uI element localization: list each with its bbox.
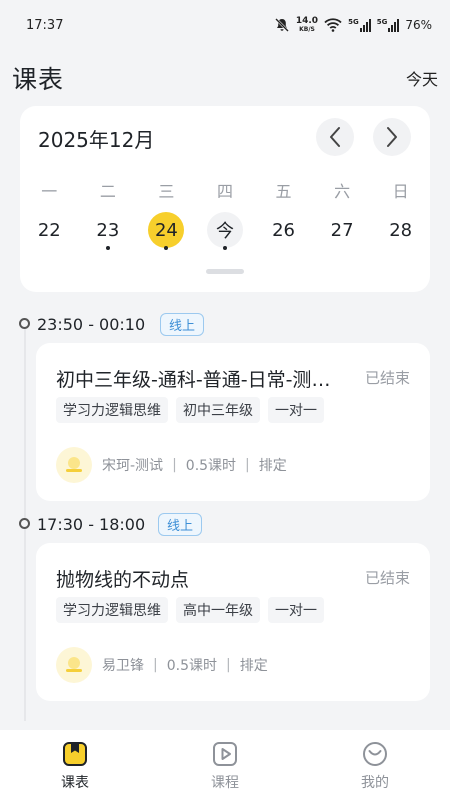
- teacher-row: 宋珂-测试 | 0.5课时 | 排定: [56, 447, 287, 483]
- schedule-icon: [63, 742, 87, 766]
- lesson-schedule: 排定: [258, 458, 287, 474]
- lesson-tag: 学习力逻辑思维: [56, 397, 168, 423]
- signal-icon: [388, 18, 400, 32]
- play-icon: [213, 742, 237, 766]
- mute-bell-icon: [274, 18, 289, 32]
- weekday-label: 一: [41, 182, 58, 201]
- smile-icon: [363, 742, 387, 766]
- separator: |: [153, 657, 158, 673]
- tab-courses[interactable]: 课程: [150, 730, 300, 800]
- tab-label: 我的: [361, 775, 389, 791]
- tab-label: 课表: [61, 775, 89, 791]
- separator: |: [225, 657, 231, 673]
- date-number: 28: [389, 219, 413, 241]
- lesson-title: 初中三年级-通科-普通-日常-测试课程: [56, 369, 336, 391]
- lesson-tags: 学习力逻辑思维 初中三年级 一对一: [56, 397, 324, 423]
- date-row: 22 23 24 今 26 27 28: [20, 210, 430, 250]
- status-icons: 14.0 KB/S 5G 5G 76%: [274, 17, 432, 33]
- status-bar: 17:37 14.0 KB/S 5G 5G 76%: [0, 0, 450, 50]
- date-cell[interactable]: 27: [313, 210, 372, 250]
- weekday-label: 日: [392, 182, 409, 201]
- today-button[interactable]: 今天: [406, 66, 438, 90]
- calendar-card: 2025年12月 一 二 三 四 五 六 日 22 23 24 今 26 27 …: [20, 106, 430, 292]
- date-number: 22: [37, 219, 61, 241]
- teacher-avatar: [56, 647, 92, 683]
- date-cell-selected[interactable]: 24: [137, 210, 196, 250]
- lesson-tag: 一对一: [268, 597, 324, 623]
- lesson-title: 抛物线的不动点: [56, 569, 190, 591]
- lesson-card[interactable]: 抛物线的不动点 已结束 学习力逻辑思维 高中一年级 一对一 易卫锋 | 0.5课…: [36, 543, 430, 701]
- tab-mine[interactable]: 我的: [300, 730, 450, 800]
- timeline-node: [19, 518, 30, 529]
- net-speed: 14.0 KB/S: [295, 16, 319, 34]
- date-cell-today[interactable]: 今: [196, 210, 255, 250]
- chevron-left-icon: [330, 127, 340, 147]
- lesson-status: 已结束: [364, 369, 410, 387]
- date-cell[interactable]: 22: [20, 210, 79, 250]
- wifi-icon: [324, 18, 342, 32]
- online-tag: 线上: [160, 313, 205, 336]
- weekday-label: 六: [334, 182, 351, 201]
- bottom-tab-bar: 课表 课程 我的: [0, 730, 450, 800]
- weekday-row: 一 二 三 四 五 六 日: [20, 178, 430, 202]
- date-cell[interactable]: 26: [254, 210, 313, 250]
- signal-icon: [359, 18, 371, 32]
- teacher-name: 易卫锋: [102, 658, 144, 674]
- lesson-time: 23:50 - 00:10: [37, 315, 146, 334]
- lesson-time: 17:30 - 18:00: [37, 515, 146, 534]
- sun-avatar-icon: [66, 457, 82, 472]
- lesson-hours: 0.5课时: [185, 458, 237, 474]
- date-cell[interactable]: 23: [79, 210, 138, 250]
- date-number: 23: [96, 219, 120, 241]
- online-tag: 线上: [158, 513, 203, 536]
- lesson-tag: 一对一: [268, 397, 324, 423]
- date-number: 今: [206, 212, 243, 248]
- lesson-dot: [222, 246, 227, 250]
- lesson-card[interactable]: 初中三年级-通科-普通-日常-测试课程 已结束 学习力逻辑思维 初中三年级 一对…: [36, 343, 430, 501]
- date-number: 26: [272, 219, 295, 241]
- status-time: 17:37: [26, 17, 64, 33]
- lesson-hours: 0.5课时: [166, 658, 217, 674]
- chevron-right-icon: [387, 127, 397, 147]
- separator: |: [245, 457, 250, 473]
- weekday-label: 三: [158, 182, 175, 201]
- date-number: 27: [330, 219, 354, 241]
- teacher-avatar: [56, 447, 92, 483]
- calendar-month: 2025年12月: [38, 128, 155, 152]
- lesson-tag: 高中一年级: [176, 597, 260, 623]
- tab-schedule[interactable]: 课表: [0, 730, 150, 800]
- teacher-name: 宋珂-测试: [102, 458, 164, 474]
- tab-label: 课程: [211, 775, 239, 791]
- lesson-tag: 初中三年级: [176, 397, 260, 423]
- lesson-schedule: 排定: [239, 658, 268, 674]
- teacher-row: 易卫锋 | 0.5课时 | 排定: [56, 647, 268, 683]
- next-week-button[interactable]: [373, 118, 411, 156]
- lesson-tags: 学习力逻辑思维 高中一年级 一对一: [56, 597, 324, 623]
- calendar-expand-handle[interactable]: [206, 269, 244, 274]
- prev-week-button[interactable]: [316, 118, 354, 156]
- weekday-label: 二: [99, 182, 116, 201]
- battery-level: 76%: [405, 18, 432, 32]
- lesson-tag: 学习力逻辑思维: [56, 597, 168, 623]
- timeline-node: [19, 318, 30, 329]
- lesson-status: 已结束: [364, 569, 410, 587]
- weekday-label: 五: [275, 182, 292, 201]
- separator: |: [172, 457, 177, 473]
- weekday-label: 四: [216, 182, 233, 201]
- date-cell[interactable]: 28: [371, 210, 430, 250]
- page-header: 课表 今天: [0, 50, 450, 106]
- page-title: 课表: [12, 65, 65, 94]
- sun-avatar-icon: [66, 657, 82, 672]
- date-number: 24: [148, 212, 185, 248]
- lesson-dot: [164, 246, 169, 250]
- lesson-dot: [105, 246, 110, 250]
